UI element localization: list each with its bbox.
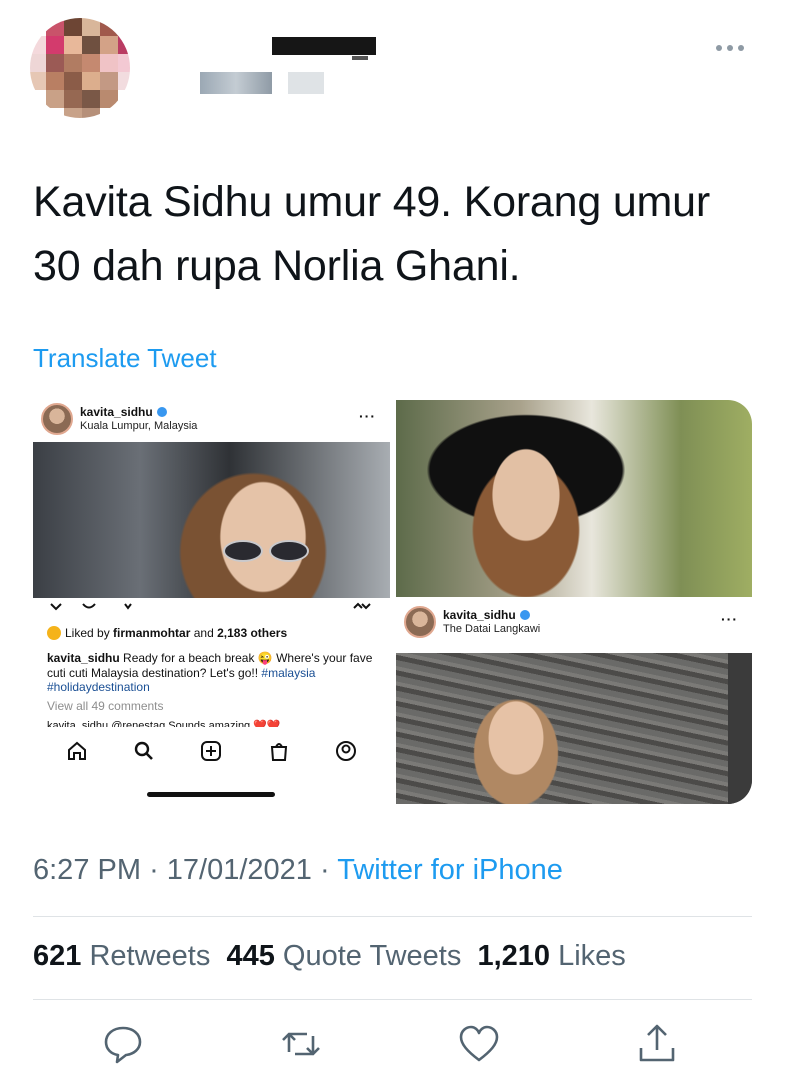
verified-icon	[156, 407, 167, 417]
photo-mirror-selfie	[396, 653, 752, 804]
ig-liked-by-and: and	[193, 626, 214, 640]
home-indicator	[147, 792, 275, 797]
ig-add-icon	[200, 740, 222, 762]
media-image-2[interactable]	[396, 400, 752, 597]
retweets-label: Retweets	[89, 940, 211, 972]
ig-avatar	[41, 403, 73, 435]
meta-separator-1: ·	[149, 854, 159, 886]
display-name-redacted-fragment	[352, 56, 368, 60]
divider-top	[33, 916, 752, 917]
sunglasses-right	[269, 540, 309, 562]
ig-hashtag-holiday: #holidaydestination	[47, 680, 150, 694]
ig-bottom-nav	[33, 733, 390, 769]
tweet-meta: 6:27 PM · 17/01/2021 · Twitter for iPhon…	[33, 854, 563, 887]
ig-shop-icon	[268, 740, 290, 762]
ig-caption: kavita_sidhu Ready for a beach break 😜 W…	[47, 651, 377, 695]
handle-redacted	[200, 72, 272, 94]
ig-action-icons-svg	[50, 602, 371, 611]
ig-cut-comment: kavita_sidhu @renestag Sounds amazing ❤️…	[47, 720, 281, 727]
more-icon[interactable]	[716, 38, 750, 58]
handle-redacted-2	[288, 72, 324, 94]
avatar[interactable]	[30, 18, 130, 118]
ig-liker-avatar	[47, 626, 61, 640]
tweet-text: Kavita Sidhu umur 49. Korang umur 30 dah…	[33, 178, 710, 290]
reply-icon[interactable]	[101, 1022, 145, 1066]
ig-liked-by: Liked by firmanmohtar and 2,183 others	[47, 626, 287, 640]
ig-post2-header: kavita_sidhu The Datai Langkawi ···	[396, 603, 752, 647]
quotes-count: 445	[226, 940, 275, 972]
retweets-count: 621	[33, 940, 82, 972]
display-name-redacted[interactable]	[272, 37, 376, 55]
quotes-stat[interactable]: 445 Quote Tweets	[226, 940, 461, 972]
ig-profile-icon	[335, 740, 357, 762]
ig-more-icon: ···	[359, 408, 376, 424]
ig-location: Kuala Lumpur, Malaysia	[80, 420, 198, 432]
media-grid[interactable]: kavita_sidhu Kuala Lumpur, Malaysia ··· …	[33, 400, 752, 804]
tweet-stats: 621 Retweets 445 Quote Tweets 1,210 Like…	[33, 940, 626, 973]
divider-bottom	[33, 999, 752, 1000]
ig-liked-by-user: firmanmohtar	[113, 626, 191, 640]
sunglasses-left	[223, 540, 263, 562]
ig-photo-car-selfie	[33, 442, 390, 598]
ig-avatar-2	[404, 606, 436, 638]
tweet-time: 6:27 PM	[33, 854, 141, 886]
quotes-label: Quote Tweets	[282, 940, 462, 972]
media-image-3[interactable]: kavita_sidhu The Datai Langkawi ···	[396, 603, 752, 804]
tweet-actions	[33, 1022, 752, 1072]
share-icon[interactable]	[635, 1022, 679, 1066]
likes-label: Likes	[558, 940, 626, 972]
ig-liked-by-prefix: Liked by	[65, 626, 110, 640]
verified-icon-2	[519, 610, 530, 620]
tweet-date: 17/01/2021	[166, 854, 312, 886]
heart-icon[interactable]	[457, 1022, 501, 1066]
likes-count: 1,210	[477, 940, 551, 972]
mirror-frame	[728, 653, 752, 804]
ig-more-icon-2: ···	[721, 611, 738, 627]
ig-location-2: The Datai Langkawi	[443, 623, 541, 635]
ig-home-icon	[66, 740, 88, 762]
likes-stat[interactable]: 1,210 Likes	[477, 940, 625, 972]
ig-username-2: kavita_sidhu	[443, 608, 516, 622]
retweet-icon[interactable]	[279, 1022, 323, 1066]
photo-woman-black-hat	[396, 400, 752, 597]
retweets-stat[interactable]: 621 Retweets	[33, 940, 210, 972]
tweet-source-link[interactable]: Twitter for iPhone	[337, 854, 563, 886]
ig-post-header: kavita_sidhu Kuala Lumpur, Malaysia ···	[33, 400, 390, 444]
ig-view-comments: View all 49 comments	[47, 699, 164, 713]
translate-tweet-link[interactable]: Translate Tweet	[33, 343, 217, 374]
ig-caption-user: kavita_sidhu	[47, 651, 120, 665]
ig-hashtag-malaysia: #malaysia	[261, 665, 316, 680]
ig-liked-by-count: 2,183 others	[217, 626, 288, 640]
ig-action-icons	[47, 600, 377, 614]
media-image-1[interactable]: kavita_sidhu Kuala Lumpur, Malaysia ··· …	[33, 400, 390, 804]
meta-separator-2: ·	[320, 854, 330, 886]
ig-search-icon	[133, 740, 155, 762]
ig-username: kavita_sidhu	[80, 405, 153, 419]
